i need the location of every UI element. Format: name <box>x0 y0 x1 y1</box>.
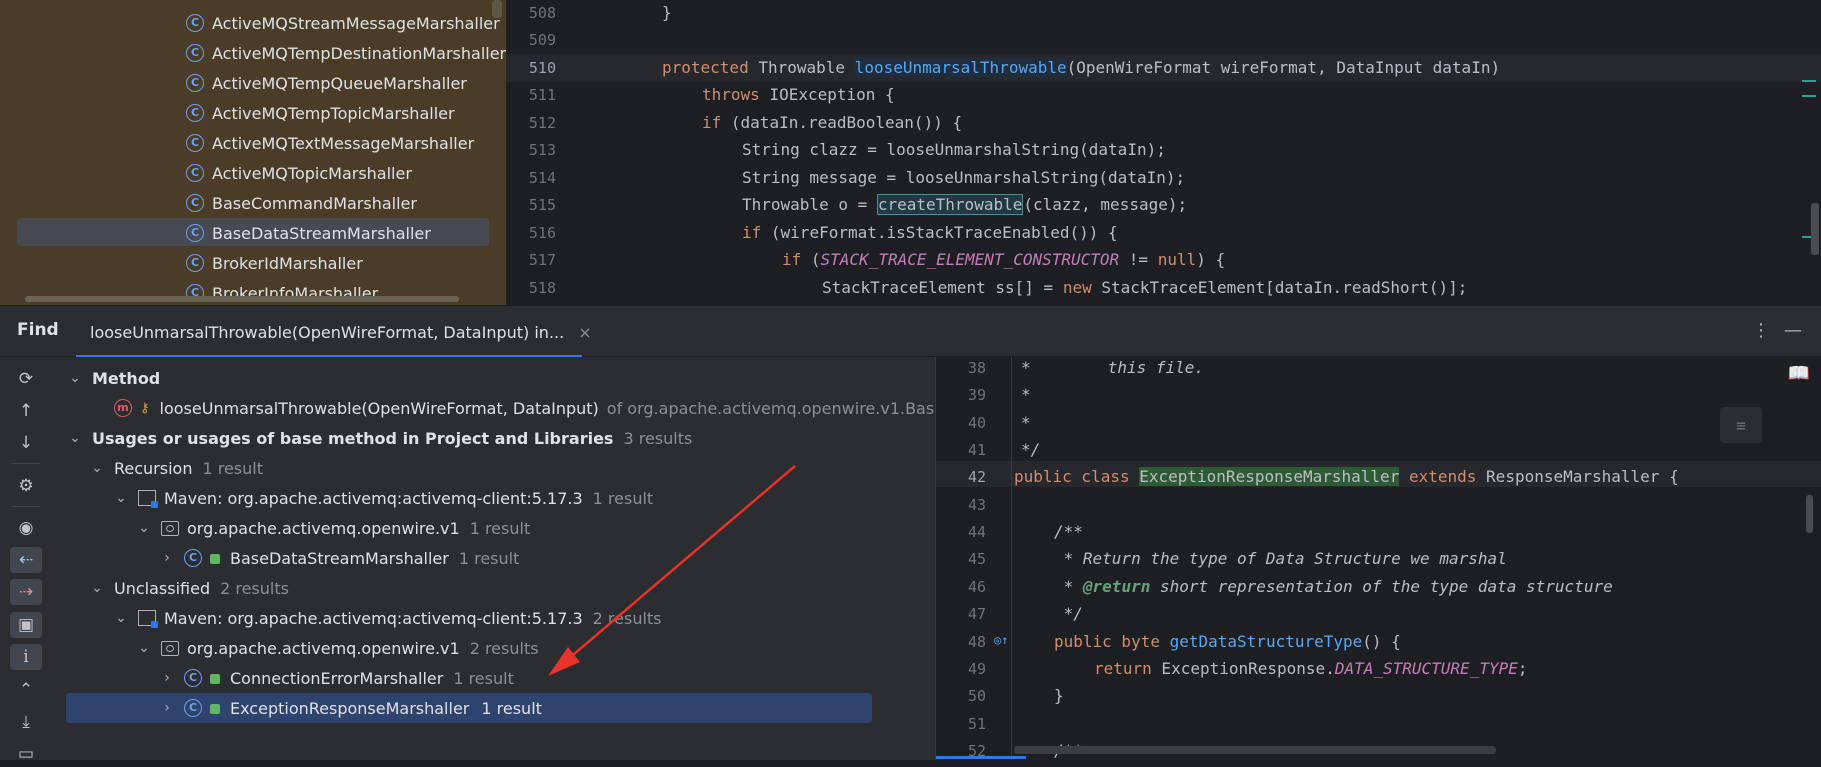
annotation-arrow-line <box>559 465 796 667</box>
line-number: 50 <box>967 687 986 705</box>
line-number: 49 <box>967 660 986 678</box>
code-line: } <box>1054 686 1064 705</box>
code-line: * @return short representation of the ty… <box>1054 577 1613 596</box>
code-line: * <box>1021 413 1031 432</box>
line-number: 51 <box>967 715 986 733</box>
line-number: 48 <box>967 633 986 651</box>
line-number: 40 <box>967 414 986 432</box>
line-number: 43 <box>967 496 986 514</box>
soft-wrap-icon[interactable]: ≡ <box>1720 407 1762 443</box>
code-line: /** <box>1054 522 1083 541</box>
preview-focus-indicator <box>936 756 1026 759</box>
line-number: 42 <box>967 468 986 486</box>
code-line: */ <box>1054 604 1083 623</box>
line-number: 47 <box>967 605 986 623</box>
line-number: 46 <box>967 578 986 596</box>
preview-editor[interactable]: 📖 ≡ 38 39 40 41 42 43 44 45 46 47 48 49 … <box>935 357 1821 760</box>
code-line: * Return the type of Data Structure we m… <box>1054 549 1507 568</box>
line-number: 38 <box>967 359 986 377</box>
line-number: 39 <box>967 386 986 404</box>
override-gutter-icon[interactable]: ◎↑ <box>994 633 1008 647</box>
gutter-separator <box>1011 357 1012 760</box>
class-name-highlight[interactable]: ExceptionResponseMarshaller <box>1139 467 1400 486</box>
line-number: 41 <box>967 441 986 459</box>
preview-hscrollbar[interactable] <box>1014 746 1496 754</box>
code-line: * <box>1021 385 1031 404</box>
code-line: return ExceptionResponse.DATA_STRUCTURE_… <box>1094 659 1528 678</box>
code-line: public byte getDataStructureType() { <box>1054 632 1401 651</box>
code-line: public class ExceptionResponseMarshaller… <box>1014 467 1679 486</box>
line-number: 45 <box>967 550 986 568</box>
preview-vscrollbar[interactable] <box>1806 495 1813 533</box>
code-line: * this file. <box>1021 358 1205 377</box>
annotation-arrow-head <box>548 647 580 676</box>
reader-mode-icon[interactable]: 📖 <box>1788 363 1810 384</box>
code-line: */ <box>1021 440 1041 459</box>
line-number: 44 <box>967 523 986 541</box>
